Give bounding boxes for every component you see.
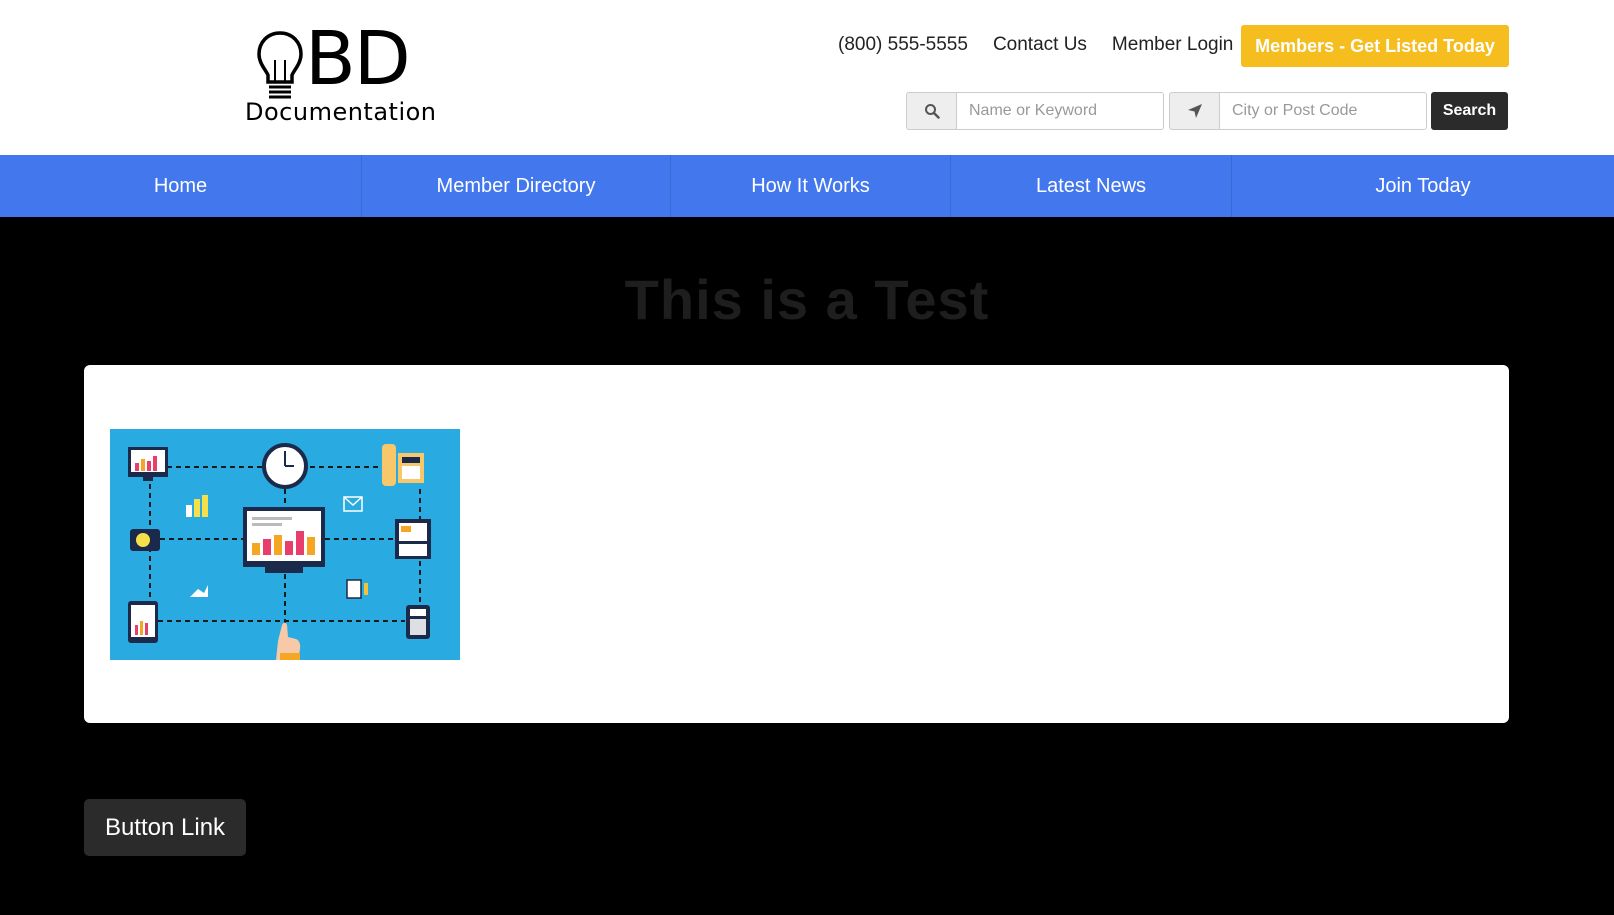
search-button[interactable]: Search — [1431, 92, 1508, 130]
dashboard-illustration — [110, 429, 460, 660]
button-link[interactable]: Button Link — [84, 799, 246, 856]
nav-item-member-directory[interactable]: Member Directory — [362, 155, 671, 217]
contact-link[interactable]: Contact Us — [993, 34, 1087, 56]
main-content: This is a Test Button Link — [0, 217, 1614, 915]
keyword-addon — [906, 92, 956, 130]
location-arrow-icon — [1187, 104, 1202, 118]
logo-mark: BD — [305, 16, 411, 102]
header-links: (800) 555-5555 Contact Us Member Login — [838, 34, 1258, 56]
nav-item-join-today[interactable]: Join Today — [1232, 155, 1614, 217]
nav-item-latest-news[interactable]: Latest News — [951, 155, 1232, 217]
nav-item-how-it-works[interactable]: How It Works — [671, 155, 951, 217]
member-login-link[interactable]: Member Login — [1112, 34, 1233, 56]
search-icon — [924, 104, 940, 119]
phone-link[interactable]: (800) 555-5555 — [838, 34, 968, 56]
search-form: Name or Keyword City or Post Code Search — [906, 92, 1508, 130]
location-input[interactable]: City or Post Code — [1219, 92, 1427, 130]
main-nav: Home Member Directory How It Works Lates… — [0, 155, 1614, 217]
site-header: BD Documentation (800) 555-5555 Contact … — [0, 0, 1614, 155]
site-logo[interactable]: BD Documentation — [245, 22, 460, 128]
logo-subtitle: Documentation — [245, 98, 437, 126]
lightbulb-icon — [257, 31, 303, 99]
content-card — [84, 365, 1509, 723]
nav-item-home[interactable]: Home — [0, 155, 362, 217]
keyword-input[interactable]: Name or Keyword — [956, 92, 1164, 130]
page-title: This is a Test — [624, 268, 990, 331]
location-addon — [1169, 92, 1219, 130]
get-listed-button[interactable]: Members - Get Listed Today — [1241, 25, 1509, 67]
